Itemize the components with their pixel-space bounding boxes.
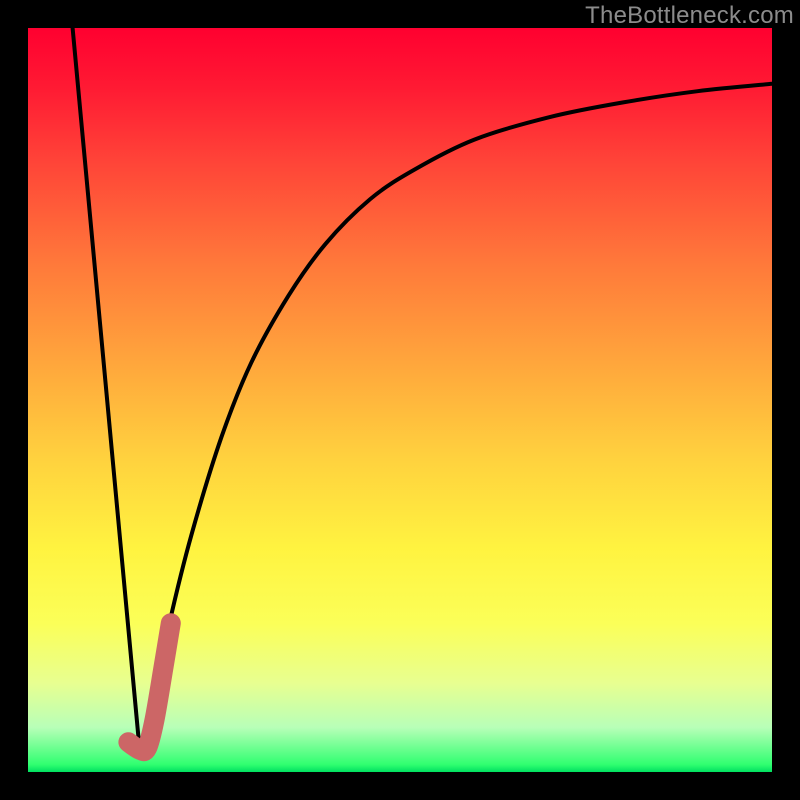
chart-frame: TheBottleneck.com [0,0,800,800]
curve-layer [28,28,772,772]
series-left-slope [73,28,140,750]
watermark-text: TheBottleneck.com [585,2,794,30]
plot-area [28,28,772,772]
series-right-curve [140,84,772,750]
